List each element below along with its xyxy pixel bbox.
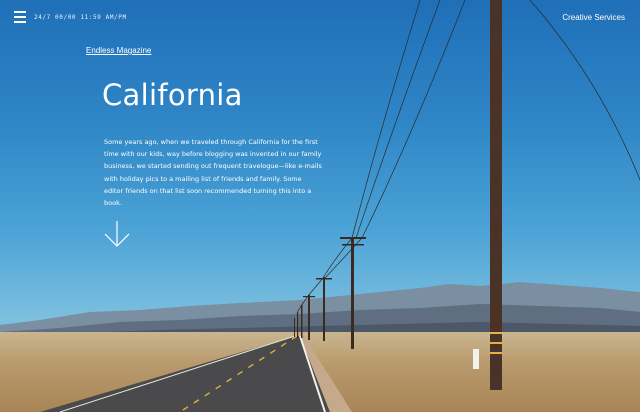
road bbox=[40, 336, 330, 412]
utility-poles-distant bbox=[294, 237, 366, 349]
intro-paragraph: Some years ago, when we traveled through… bbox=[104, 138, 322, 208]
datetime-display: 24/7 00/00 11:59 AM/PM bbox=[34, 14, 127, 21]
hero-section: 24/7 00/00 11:59 AM/PM Creative Services… bbox=[0, 0, 640, 412]
road-marker-post bbox=[473, 349, 479, 369]
utility-pole-main bbox=[490, 0, 502, 390]
arrow-down-icon[interactable] bbox=[104, 220, 130, 248]
creative-services-link[interactable]: Creative Services bbox=[562, 13, 625, 22]
page-title: California bbox=[102, 78, 243, 112]
power-lines bbox=[296, 0, 640, 314]
magazine-link[interactable]: Endless Magazine bbox=[86, 46, 151, 55]
hamburger-icon[interactable] bbox=[14, 11, 26, 23]
